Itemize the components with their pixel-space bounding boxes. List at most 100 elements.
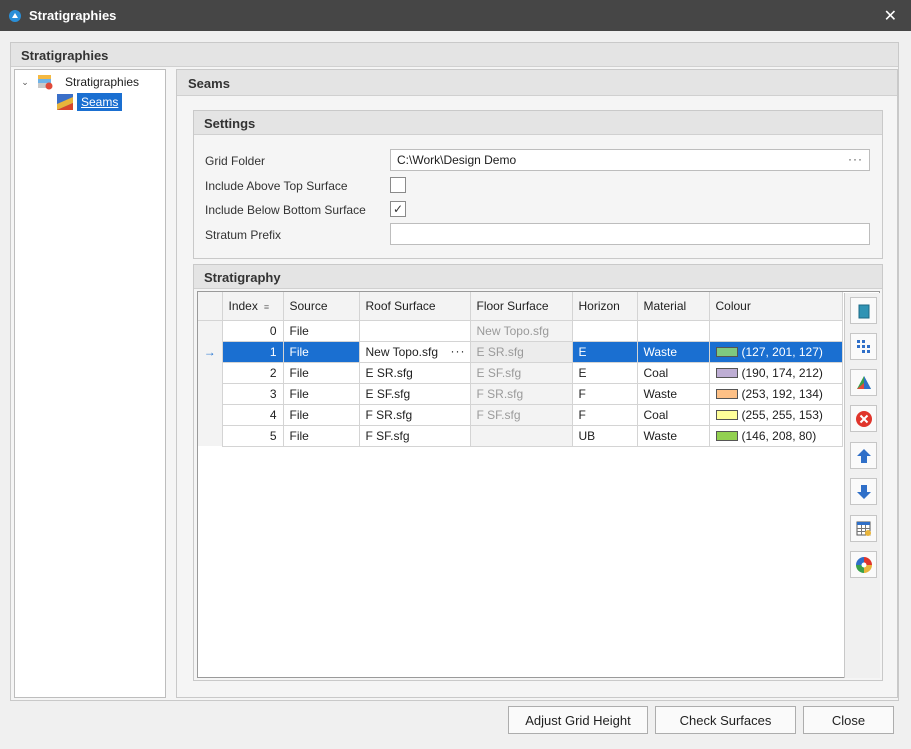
cell-material[interactable]: Coal	[636, 361, 710, 384]
column-header-material[interactable]: Material	[636, 292, 710, 321]
colour-swatch	[715, 346, 738, 357]
colour-text: (146, 208, 80)	[741, 428, 817, 443]
row-indicator-header	[198, 292, 223, 321]
cell-material[interactable]: Waste	[636, 340, 710, 363]
cell-roof-surface[interactable]: F SR.sfg	[358, 403, 471, 426]
cell-colour[interactable]	[708, 319, 843, 342]
grid-toolbar	[844, 293, 880, 678]
cell-horizon[interactable]: F	[571, 403, 638, 426]
table-row[interactable]: → 1 File New Topo.sfg ··· E SR.sfg E Wast…	[198, 340, 843, 363]
cell-source[interactable]: File	[282, 319, 360, 342]
tree-item-seams[interactable]: Seams	[57, 92, 123, 112]
cell-colour[interactable]: (146, 208, 80)	[708, 424, 843, 447]
cell-horizon[interactable]: E	[571, 361, 638, 384]
row-indicator	[198, 320, 223, 341]
cell-floor-surface: F SF.sfg	[469, 403, 573, 426]
table-settings-button[interactable]	[850, 515, 877, 542]
table-row[interactable]: 5 File F SF.sfg UB Waste (146, 208, 80)	[198, 424, 843, 447]
cell-colour[interactable]: (255, 255, 153)	[708, 403, 843, 426]
cell-index[interactable]: 5	[221, 424, 284, 447]
chevron-down-icon[interactable]: ⌄	[19, 77, 31, 88]
stratigraphy-grid[interactable]: Index ≡ Source Roof Surface Floor Surface…	[197, 291, 880, 678]
cell-roof-surface[interactable]	[358, 319, 471, 342]
cell-horizon[interactable]: F	[571, 382, 638, 405]
cell-colour[interactable]: (253, 192, 134)	[708, 382, 843, 405]
current-row-arrow-icon: →	[198, 341, 223, 362]
cell-colour[interactable]: (127, 201, 127)	[708, 340, 843, 363]
table-row[interactable]: 4 File F SR.sfg F SF.sfg F Coal (255, 25…	[198, 403, 843, 426]
cell-index[interactable]: 3	[221, 382, 284, 405]
title-bar: Stratigraphies ✕	[0, 0, 911, 31]
cell-source[interactable]: File	[282, 424, 360, 447]
grid-folder-field[interactable]: C:\Work\Design Demo ···	[390, 149, 870, 171]
cell-material[interactable]: Waste	[636, 382, 710, 405]
cell-material[interactable]: Waste	[636, 424, 710, 447]
table-row[interactable]: 2 File E SR.sfg E SF.sfg E Coal (190, 17…	[198, 361, 843, 384]
include-below-checkbox[interactable]: ✓	[390, 201, 406, 217]
cell-material[interactable]: Coal	[636, 403, 710, 426]
adjust-grid-height-button[interactable]: Adjust Grid Height	[508, 706, 648, 734]
cell-roof-surface[interactable]: E SF.sfg	[358, 382, 471, 405]
move-up-button[interactable]	[850, 442, 877, 469]
close-button[interactable]: Close	[803, 706, 894, 734]
grid-icon	[856, 339, 870, 353]
cell-source[interactable]: File	[282, 361, 360, 384]
surface-button[interactable]	[850, 369, 877, 396]
stratum-prefix-label: Stratum Prefix	[205, 228, 282, 242]
cell-colour[interactable]: (190, 174, 212)	[708, 361, 843, 384]
check-surfaces-button[interactable]: Check Surfaces	[655, 706, 796, 734]
cell-index[interactable]: 0	[221, 319, 284, 342]
cell-floor-surface: E SF.sfg	[469, 361, 573, 384]
browse-icon[interactable]: ···	[451, 344, 466, 358]
move-down-icon	[856, 484, 871, 499]
colour-text: (127, 201, 127)	[741, 344, 823, 359]
cell-source[interactable]: File	[282, 403, 360, 426]
table-header-row: Index ≡ Source Roof Surface Floor Surface…	[198, 292, 843, 321]
cell-source[interactable]: File	[282, 382, 360, 405]
include-above-checkbox[interactable]	[390, 177, 406, 193]
colour-swatch	[715, 367, 738, 378]
row-indicator	[198, 404, 223, 425]
cell-index[interactable]: 4	[221, 403, 284, 426]
stratum-prefix-field[interactable]	[390, 223, 870, 245]
browse-icon[interactable]: ···	[848, 152, 863, 166]
grid-button[interactable]	[850, 333, 877, 360]
cell-material[interactable]	[636, 319, 710, 342]
column-header-horizon[interactable]: Horizon	[571, 292, 638, 321]
cell-roof-surface-editor[interactable]: New Topo.sfg ···	[358, 340, 471, 363]
delete-row-button[interactable]	[850, 405, 877, 432]
cell-roof-surface[interactable]: E SR.sfg	[358, 361, 471, 384]
table-row[interactable]: 0 File New Topo.sfg	[198, 319, 843, 342]
cell-index[interactable]: 1	[221, 340, 284, 363]
sort-icon: ≡	[263, 301, 270, 312]
move-down-button[interactable]	[850, 478, 877, 505]
cell-index[interactable]: 2	[221, 361, 284, 384]
table-row[interactable]: 3 File E SF.sfg F SR.sfg F Waste (253, 1…	[198, 382, 843, 405]
colour-wheel-icon	[855, 556, 872, 573]
column-header-roof-surface[interactable]: Roof Surface	[358, 292, 471, 321]
settings-group: Settings Grid Folder C:\Work\Design Demo…	[193, 110, 883, 259]
column-header-label: Index	[228, 298, 258, 313]
column-header-index[interactable]: Index ≡	[221, 292, 284, 321]
tree-item-label: Stratigraphies	[65, 75, 140, 89]
close-window-button[interactable]: ✕	[884, 6, 897, 26]
grid-folder-value: C:\Work\Design Demo	[397, 153, 517, 167]
tree-item-stratigraphies[interactable]: ⌄ Stratigraphies	[19, 72, 143, 92]
cell-horizon[interactable]	[571, 319, 638, 342]
surface-icon	[856, 375, 871, 389]
colour-wheel-button[interactable]	[850, 551, 877, 578]
column-header-source[interactable]: Source	[282, 292, 360, 321]
grid-folder-label: Grid Folder	[205, 154, 266, 168]
cell-source[interactable]: File	[282, 340, 360, 363]
cell-horizon[interactable]: E	[571, 340, 638, 363]
cell-horizon[interactable]: UB	[571, 424, 638, 447]
cell-roof-surface[interactable]: New Topo.sfg	[366, 345, 439, 359]
add-row-button[interactable]	[850, 297, 877, 324]
cell-roof-surface[interactable]: F SF.sfg	[358, 424, 471, 447]
tree-item-label: Seams	[77, 93, 123, 111]
row-indicator	[198, 425, 223, 446]
column-header-floor-surface[interactable]: Floor Surface	[469, 292, 573, 321]
stratigraphy-tree: ⌄ Stratigraphies Seams	[14, 69, 166, 698]
app-icon	[9, 9, 21, 22]
column-header-colour[interactable]: Colour	[708, 292, 843, 321]
